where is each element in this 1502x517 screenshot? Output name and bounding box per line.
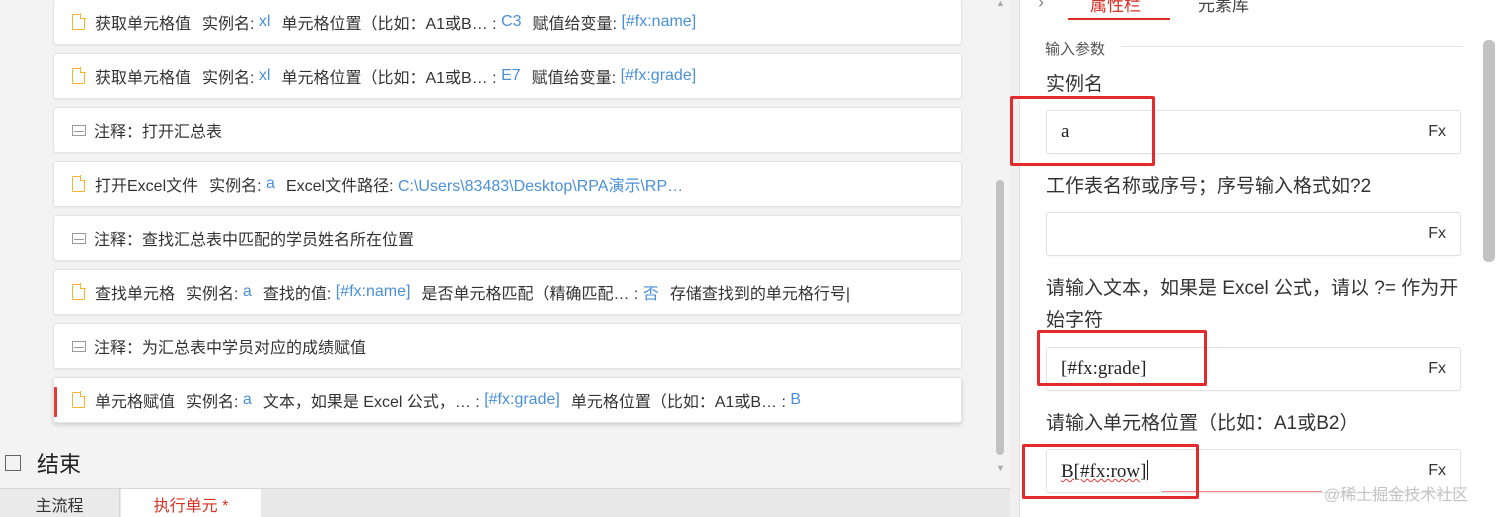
fx-button[interactable]: Fx	[1428, 225, 1446, 243]
step-param-label: 实例名:	[186, 394, 239, 411]
step-param-value: [#fx:grade]	[484, 391, 560, 408]
file-icon	[72, 175, 86, 192]
tab-exec-unit[interactable]: 执行单元 *	[121, 489, 261, 517]
step-param-value: a	[266, 175, 275, 192]
section-divider	[1122, 46, 1462, 47]
step-title: 打开Excel文件	[95, 178, 199, 195]
step-comment-assign-grade[interactable]: 注释：为汇总表中学员对应的成绩赋值	[53, 323, 962, 369]
step-title: 获取单元格值	[95, 70, 192, 87]
collapse-chevron-icon[interactable]: ›	[1038, 0, 1044, 13]
step-title: 注释：查找汇总表中匹配的学员姓名所在位置	[94, 232, 415, 249]
step-param-label: 单元格位置（比如：A1或B… :	[281, 70, 497, 87]
step-open-excel[interactable]: 打开Excel文件 实例名: a Excel文件路径: C:\Users\834…	[53, 161, 962, 207]
step-param-value: C:\Users\83483\Desktop\RPA演示\RP…	[397, 178, 684, 195]
scroll-thumb[interactable]	[996, 180, 1004, 455]
field-label-sheet: 工作表名称或序号；序号输入格式如?2	[1046, 176, 1372, 197]
comment-icon	[72, 340, 86, 352]
tab-main-flow[interactable]: 主流程	[0, 489, 120, 517]
flow-scrollbar[interactable]: ▲ ▼	[994, 0, 1006, 482]
step-param-value: xl	[258, 67, 271, 84]
step-comment-find-name[interactable]: 注释：查找汇总表中匹配的学员姓名所在位置	[53, 215, 962, 261]
step-comment-open-summary[interactable]: 注释：打开汇总表	[53, 107, 962, 153]
step-param-label: 是否单元格匹配（精确匹配… :	[421, 286, 639, 303]
step-param-label: 赋值给变量:	[531, 70, 617, 87]
scroll-down-icon[interactable]: ▼	[996, 463, 1005, 473]
step-param-value: E7	[501, 67, 521, 84]
step-param-label: Excel文件路径:	[285, 178, 394, 195]
step-set-cell-value[interactable]: 单元格赋值 实例名: a 文本，如果是 Excel 公式，… : [#fx:gr…	[53, 377, 962, 423]
file-icon	[72, 13, 86, 30]
field-label-cell: 请输入单元格位置（比如：A1或B2）	[1046, 413, 1359, 434]
step-get-cell-value-2[interactable]: 获取单元格值 实例名: xl 单元格位置（比如：A1或B… : E7 赋值给变量…	[53, 53, 962, 99]
step-param-label: 实例名:	[202, 16, 255, 33]
panel-tabs: › 属性栏 元素库	[1020, 0, 1502, 20]
step-param-label: 赋值给变量:	[532, 16, 617, 33]
fx-button[interactable]: Fx	[1428, 123, 1446, 141]
step-param-label: 单元格位置（比如：A1或B… :	[281, 16, 497, 33]
step-param-label: 单元格位置（比如：A1或B… :	[570, 394, 786, 411]
watermark: @稀土掘金技术社区	[1324, 487, 1469, 504]
section-input-params: 输入参数	[1045, 41, 1106, 58]
step-get-cell-value-1[interactable]: 获取单元格值 实例名: xl 单元格位置（比如：A1或B… : C3 赋值给变量…	[53, 0, 962, 45]
step-param-label: 实例名:	[202, 70, 255, 87]
validation-underline	[1162, 491, 1322, 492]
step-param-label: 存储查找到的单元格行号|	[669, 286, 850, 303]
comment-icon	[72, 124, 86, 136]
step-title: 注释：为汇总表中学员对应的成绩赋值	[94, 340, 367, 357]
step-param-label: 查找的值:	[262, 286, 332, 303]
step-param-value: B	[790, 391, 802, 408]
step-param-label: 文本，如果是 Excel 公式，… :	[262, 394, 480, 411]
fx-button[interactable]: Fx	[1428, 360, 1446, 378]
app-root: 获取单元格值 实例名: xl 单元格位置（比如：A1或B… : C3 赋值给变量…	[0, 0, 1502, 517]
panel-scrollbar[interactable]	[1483, 40, 1495, 262]
end-label: 结束	[37, 452, 82, 477]
step-param-value: [#fx:name]	[621, 13, 697, 30]
comment-icon	[72, 232, 86, 244]
tab-properties[interactable]: 属性栏	[1090, 0, 1141, 16]
step-title: 单元格赋值	[95, 394, 176, 411]
bottom-tab-bar: 主流程 执行单元 *	[0, 488, 1010, 517]
step-title: 获取单元格值	[95, 16, 192, 33]
step-param-value: [#fx:name]	[335, 283, 411, 300]
step-param-value: xl	[258, 13, 271, 30]
field-label-text: 请输入文本，如果是 Excel 公式，请以 ?= 作为开始字符	[1046, 278, 1459, 331]
step-title: 查找单元格	[95, 286, 176, 303]
file-icon	[72, 67, 86, 84]
step-title: 注释：打开汇总表	[94, 124, 223, 141]
end-node[interactable]: 结束	[5, 447, 81, 479]
active-tab-underline	[1068, 18, 1170, 20]
sheet-name-field[interactable]: Fx	[1046, 212, 1461, 256]
step-param-value: a	[242, 391, 252, 408]
tab-element-library[interactable]: 元素库	[1198, 0, 1249, 16]
fx-button[interactable]: Fx	[1428, 462, 1446, 480]
step-param-value: C3	[501, 13, 522, 30]
scroll-up-icon[interactable]: ▲	[996, 0, 1005, 8]
step-param-label: 实例名:	[186, 286, 239, 303]
highlight-box-text	[1037, 330, 1207, 386]
step-param-label: 实例名:	[209, 178, 262, 195]
properties-panel: › 属性栏 元素库 输入参数 实例名 a Fx 工作表名称或序号；序号输入格式如…	[1019, 0, 1502, 517]
end-checkbox-icon[interactable]	[5, 455, 21, 471]
step-param-value: a	[242, 283, 252, 300]
step-find-cell[interactable]: 查找单元格 实例名: a 查找的值: [#fx:name] 是否单元格匹配（精确…	[53, 269, 962, 315]
highlight-box-instance	[1010, 96, 1155, 166]
flow-editor: 获取单元格值 实例名: xl 单元格位置（比如：A1或B… : C3 赋值给变量…	[0, 0, 1010, 517]
step-param-value: 否	[642, 286, 659, 303]
step-param-value: [#fx:grade]	[620, 67, 697, 84]
active-step-marker	[54, 387, 57, 417]
file-icon	[72, 391, 86, 408]
file-icon	[72, 283, 86, 300]
